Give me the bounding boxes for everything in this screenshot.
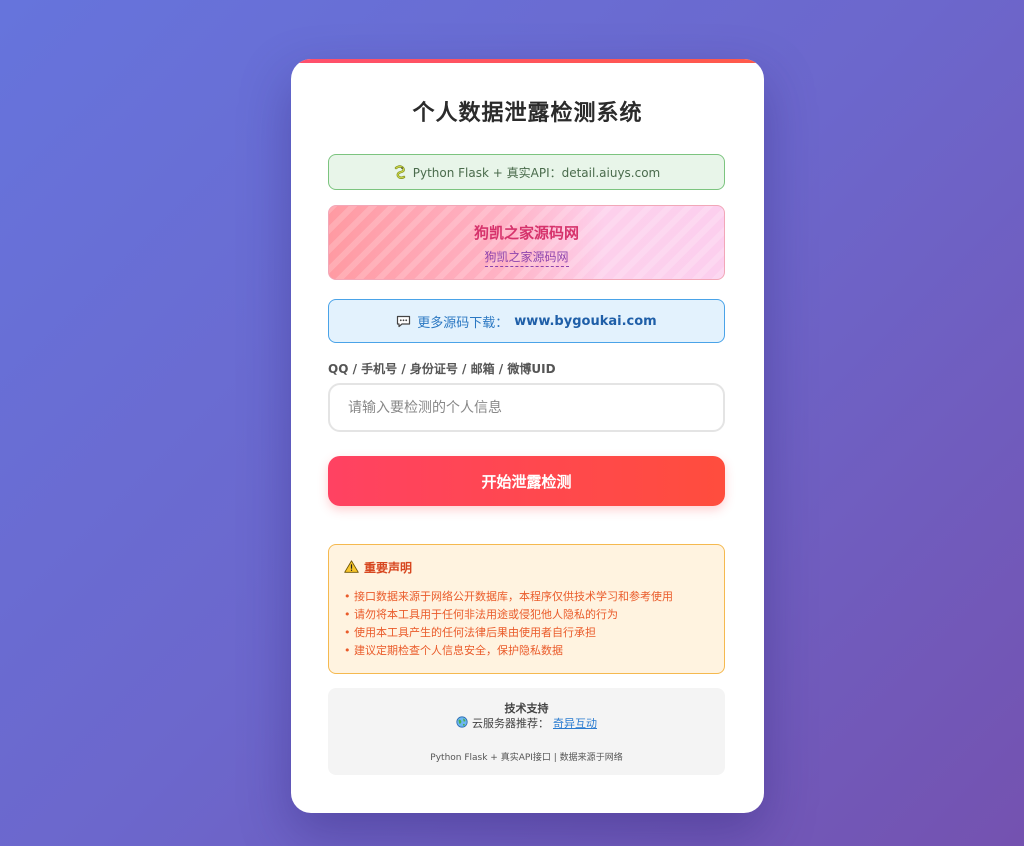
tech-banner-text: Python Flask + 真实API：detail.aiuys.com	[412, 165, 661, 180]
notice-item: 建议定期检查个人信息安全，保护隐私数据	[344, 642, 709, 660]
footer-title: 技术支持	[504, 702, 549, 715]
notice-item: 请勿将本工具用于任何非法用途或侵犯他人隐私的行为	[344, 606, 709, 624]
warning-icon	[344, 559, 359, 576]
footer: 技术支持 云服务器推荐： 奇异互动 Python Flask + 真实API接口…	[328, 688, 725, 775]
disclaimer-notice: 重要声明 接口数据来源于网络公开数据库，本程序仅供技术学习和参考使用 请勿将本工…	[328, 544, 725, 674]
ad-banner[interactable]: 狗凯之家源码网 狗凯之家源码网	[328, 205, 725, 280]
globe-icon	[456, 715, 468, 731]
page-title: 个人数据泄露检测系统	[412, 101, 643, 126]
ad-banner-link[interactable]: 狗凯之家源码网	[484, 248, 569, 267]
notice-list: 接口数据来源于网络公开数据库，本程序仅供技术学习和参考使用 请勿将本工具用于任何…	[344, 588, 709, 660]
info-field-label: QQ / 手机号 / 身份证号 / 邮箱 / 微博UID	[328, 362, 556, 376]
notice-header: 重要声明	[344, 559, 709, 576]
detection-card: 个人数据泄露检测系统 Python Flask + 真实API：detail.a…	[291, 59, 764, 813]
download-banner[interactable]: 更多源码下载： www.bygoukai.com	[328, 299, 725, 343]
footer-server-line: 云服务器推荐： 奇异互动	[328, 715, 725, 731]
footer-meta: Python Flask + 真实API接口 | 数据来源于网络	[430, 753, 623, 763]
footer-server-link[interactable]: 奇异互动	[553, 715, 597, 731]
tech-banner: Python Flask + 真实API：detail.aiuys.com	[328, 154, 725, 190]
ad-banner-title: 狗凯之家源码网	[473, 224, 579, 242]
notice-item: 使用本工具产生的任何法律后果由使用者自行承担	[344, 624, 709, 642]
snake-icon	[393, 165, 407, 179]
download-banner-url[interactable]: www.bygoukai.com	[514, 314, 656, 329]
notice-item: 接口数据来源于网络公开数据库，本程序仅供技术学习和参考使用	[344, 588, 709, 606]
footer-server-prefix: 云服务器推荐：	[472, 717, 549, 730]
start-detection-button[interactable]: 开始泄露检测	[328, 456, 725, 506]
personal-info-input[interactable]	[328, 383, 725, 432]
notice-title: 重要声明	[364, 561, 413, 575]
download-banner-prefix: 更多源码下载：	[417, 315, 509, 331]
chat-bubble-icon	[396, 315, 411, 328]
card-accent-bar	[291, 59, 764, 63]
